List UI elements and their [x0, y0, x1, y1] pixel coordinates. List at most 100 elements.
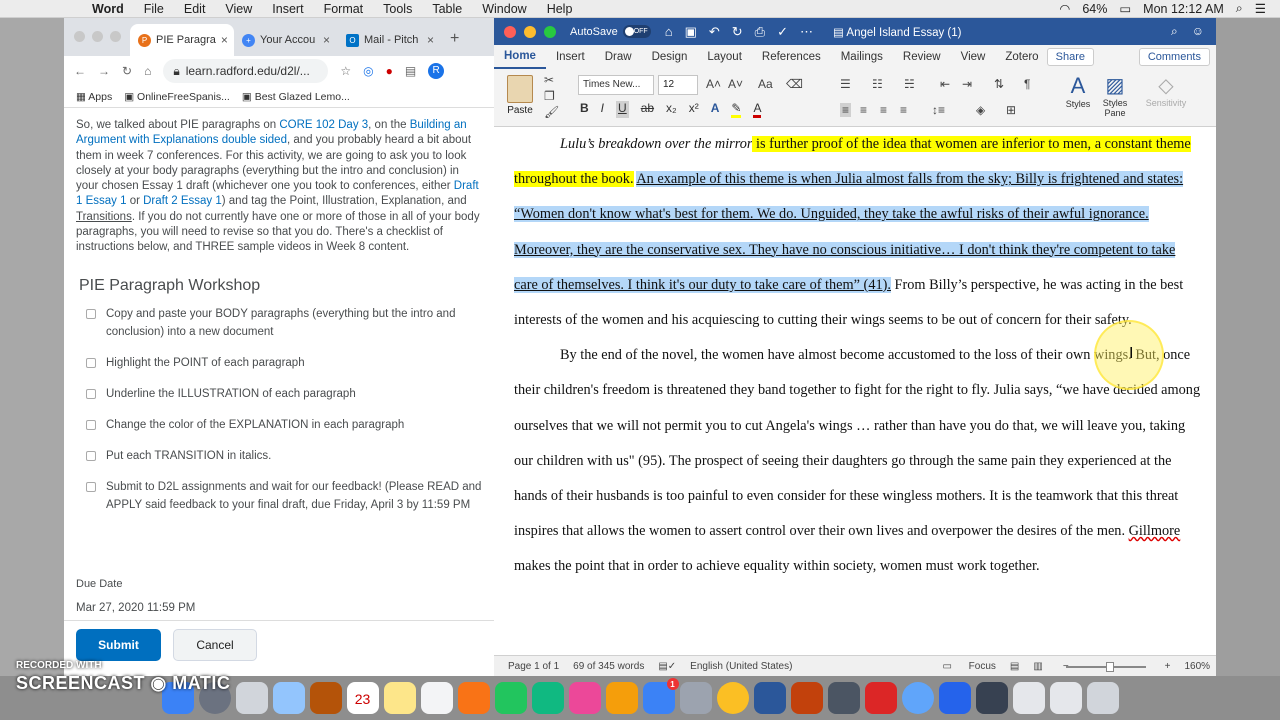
home-icon[interactable]: ⌂	[144, 64, 151, 78]
home-icon[interactable]: ⌂	[665, 24, 673, 40]
font-name-select[interactable]: Times New...	[578, 75, 654, 95]
minimize-icon[interactable]	[524, 25, 536, 38]
menu-insert[interactable]: Insert	[272, 2, 303, 16]
menu-edit[interactable]: Edit	[184, 2, 206, 16]
change-case-icon[interactable]: Aa	[758, 77, 773, 91]
bookmark-spanish[interactable]: ▣ OnlineFreeSpanis...	[124, 91, 230, 103]
zoom-icon[interactable]	[544, 25, 556, 38]
highlight-icon[interactable]: ✎	[731, 101, 742, 118]
web-layout-icon[interactable]: ▥	[1033, 661, 1042, 672]
paste-button[interactable]: Paste	[504, 75, 536, 116]
document-body[interactable]: Lulu’s breakdown over the mirror is furt…	[494, 127, 1216, 655]
align-right-icon[interactable]: ≡	[880, 103, 887, 117]
cut-icon[interactable]: ✂	[544, 73, 554, 87]
copy-icon[interactable]: ❐	[544, 89, 555, 103]
battery-level[interactable]: 64%	[1082, 2, 1107, 16]
checkbox[interactable]	[86, 482, 96, 493]
document-icon[interactable]	[1049, 682, 1082, 714]
underline-icon[interactable]: U	[616, 101, 629, 118]
comments-button[interactable]: Comments	[1138, 48, 1210, 66]
styles-gallery[interactable]: A Styles	[1064, 73, 1092, 109]
undo-icon[interactable]: ↶	[709, 24, 720, 40]
checklist-item[interactable]: Change the color of the EXPLANATION in e…	[86, 416, 482, 434]
url-field[interactable]: 🔒︎ learn.radford.edu/d2l/...	[163, 59, 329, 83]
spotlight-icon[interactable]: ⌕	[1236, 1, 1243, 16]
screen-recorder-icon[interactable]	[827, 682, 860, 714]
zoom-app-icon[interactable]	[938, 682, 971, 714]
numbering-icon[interactable]: ☷	[872, 77, 883, 91]
menu-table[interactable]: Table	[432, 2, 462, 16]
extension-icon[interactable]: ●	[386, 64, 393, 78]
bold-icon[interactable]: B	[580, 101, 589, 118]
powerpoint-icon[interactable]	[790, 682, 823, 714]
extension-icon[interactable]: ◎	[363, 64, 373, 78]
font-color-icon[interactable]: A	[753, 101, 762, 118]
checkbox[interactable]	[86, 451, 96, 462]
bookmark-apps[interactable]: ▦ Apps	[76, 91, 112, 103]
link-draft-2[interactable]: Draft 2 Essay 1	[143, 195, 222, 207]
selected-illustration[interactable]: An example of this theme is when Julia a…	[514, 171, 1184, 293]
search-icon[interactable]: ⌕	[1171, 24, 1178, 39]
browser-tab-mail[interactable]: O Mail - Pitch ×	[338, 24, 442, 56]
extension-icon[interactable]: ▤	[405, 64, 416, 78]
tab-layout[interactable]: Layout	[697, 51, 752, 63]
submit-button[interactable]: Submit	[76, 629, 161, 661]
tab-zotero[interactable]: Zotero	[995, 51, 1048, 63]
menu-view[interactable]: View	[225, 2, 252, 16]
tab-close-icon[interactable]: ×	[221, 33, 228, 47]
app-store-icon[interactable]: 1	[642, 678, 679, 714]
checkbox[interactable]	[86, 358, 96, 369]
zoom-in-icon[interactable]: +	[1165, 661, 1171, 672]
proofing-icon[interactable]: ▤✓	[658, 661, 676, 672]
borders-icon[interactable]: ⊞	[1006, 103, 1016, 117]
paragraph-text[interactable]: makes the point that in order to achieve…	[514, 558, 1040, 574]
checklist-item[interactable]: Submit to D2L assignments and wait for o…	[86, 478, 482, 514]
checkbox[interactable]	[86, 389, 96, 400]
save-icon[interactable]: ▣	[685, 24, 697, 40]
paragraph-1[interactable]: Lulu’s breakdown over the mirror is furt…	[494, 127, 1216, 338]
chrome-icon[interactable]	[716, 682, 749, 714]
zoom-thumb[interactable]	[1106, 662, 1114, 672]
line-spacing-icon[interactable]: ↕≡	[932, 103, 945, 117]
bookmark-star-icon[interactable]: ☆	[340, 64, 351, 78]
strikethrough-icon[interactable]: ab	[641, 101, 654, 118]
word-icon[interactable]	[753, 682, 786, 714]
menu-help[interactable]: Help	[547, 2, 573, 16]
tab-draw[interactable]: Draw	[595, 51, 642, 63]
profile-avatar[interactable]: R	[428, 63, 445, 79]
tab-review[interactable]: Review	[893, 51, 951, 63]
zoom-icon[interactable]	[110, 31, 121, 42]
menu-window[interactable]: Window	[482, 2, 526, 16]
checklist-item[interactable]: Highlight the POINT of each paragraph	[86, 354, 482, 372]
superscript-icon[interactable]: x²	[689, 101, 699, 118]
shading-icon[interactable]: ◈	[976, 103, 985, 117]
menu-tools[interactable]: Tools	[383, 2, 412, 16]
checklist-item[interactable]: Put each TRANSITION in italics.	[86, 447, 482, 465]
subscript-icon[interactable]: x₂	[666, 101, 677, 118]
cancel-button[interactable]: Cancel	[173, 629, 257, 661]
tab-view[interactable]: View	[951, 51, 996, 63]
photos-icon[interactable]	[457, 682, 490, 714]
checklist-item[interactable]: Underline the ILLUSTRATION of each parag…	[86, 385, 482, 403]
menu-format[interactable]: Format	[324, 2, 364, 16]
reminders-icon[interactable]	[420, 682, 453, 714]
word-count[interactable]: 69 of 345 words	[573, 661, 644, 672]
tab-home[interactable]: Home	[494, 45, 546, 69]
messages-icon[interactable]	[494, 682, 527, 714]
bullets-icon[interactable]: ☰	[840, 77, 851, 91]
music-icon[interactable]	[568, 682, 601, 714]
autosave-toggle[interactable]: OFF	[622, 25, 651, 38]
redo-icon[interactable]: ↻	[732, 24, 743, 40]
bookmark-lemon[interactable]: ▣ Best Glazed Lemo...	[242, 91, 350, 103]
decrease-indent-icon[interactable]: ⇤	[940, 77, 950, 91]
checklist-item[interactable]: Copy and paste your BODY paragraphs (eve…	[86, 305, 482, 341]
format-painter-icon[interactable]: 🖌︎	[544, 105, 559, 119]
text-effects-icon[interactable]: A	[711, 101, 720, 118]
forward-icon[interactable]: →	[98, 64, 110, 78]
sensitivity-button[interactable]: ◇ Sensitivity	[1140, 73, 1192, 108]
tab-close-icon[interactable]: ×	[323, 33, 330, 47]
font-size-select[interactable]: 12	[658, 75, 698, 95]
menu-app-name[interactable]: Word	[92, 2, 124, 16]
zotero-icon[interactable]	[864, 682, 897, 714]
zoom-slider[interactable]	[1066, 662, 1146, 672]
